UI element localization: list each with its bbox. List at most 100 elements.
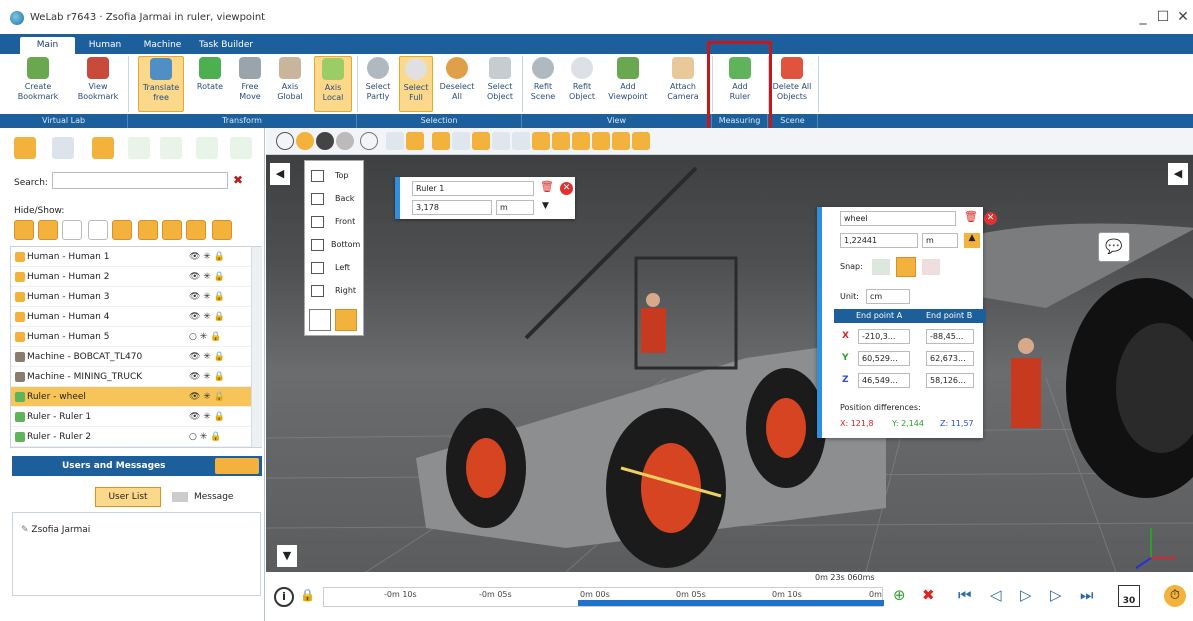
refit-object-button[interactable]: Refit Object [564,56,600,102]
close-wheel-icon[interactable]: ✕ [984,212,997,225]
axis-sphere-icon[interactable] [360,132,378,150]
tree-row[interactable]: Human - Human 1 👁 ✳ 🔒 [11,247,251,267]
view-left-item[interactable]: Left [305,257,363,279]
play-icon[interactable]: ▷ [1020,586,1032,604]
snap-surface-icon[interactable] [896,257,916,277]
tree-row[interactable]: Human - Human 5 ○ ✳ 🔒 [11,327,251,347]
refit-scene-button[interactable]: Refit Scene [526,56,560,102]
pick-icon[interactable] [386,132,404,150]
human-mesh-icon[interactable] [472,132,490,150]
view-bookmark-button[interactable]: View Bookmark [76,56,120,102]
endpoint-b-x-field[interactable]: -88,45... [926,329,974,344]
frame-rate-icon[interactable]: 30 [1118,585,1140,607]
wireframe-sphere-icon[interactable] [276,132,294,150]
clock-icon[interactable]: ⏱ [1164,585,1186,607]
endpoint-a-y-field[interactable]: 60,529... [858,351,910,366]
collapse-icon[interactable] [230,137,252,159]
tab-task-builder[interactable]: Task Builder [195,37,257,54]
timeline-track[interactable]: -0m 10s -0m 05s 0m 00s 0m 05s 0m 10s 0m [323,587,884,607]
visibility-icon[interactable]: 👁 ✳ 🔒 [189,387,225,407]
view-back-item[interactable]: Back [305,188,363,210]
visibility-icon[interactable]: 👁 ✳ 🔒 [189,367,225,387]
axis-local-button[interactable]: Axis Local [314,56,352,112]
select-full-button[interactable]: Select Full [399,56,433,112]
perspective-cube-icon[interactable] [309,309,331,331]
add-keyframe-icon[interactable]: ⊕ [893,586,906,604]
close-ruler1-icon[interactable]: ✕ [560,182,573,195]
endpoint-a-z-field[interactable]: 46,549... [858,373,910,388]
coord-unit-select[interactable]: cm [866,289,910,304]
visibility-icon[interactable]: 👁 ✳ 🔒 [189,347,225,367]
view-right-item[interactable]: Right [305,280,363,302]
send-message-icon[interactable] [215,458,259,474]
tree-row[interactable]: Machine - MINING_TRUCK 👁 ✳ 🔒 [11,367,251,387]
ruler1-unit-select[interactable]: m [496,200,534,215]
tree-row[interactable]: Ruler - wheel 👁 ✳ 🔒 [11,387,251,407]
body-part-icon[interactable] [592,132,610,150]
message-box-button[interactable]: Message Box [172,487,252,522]
timeline-range[interactable] [578,600,884,606]
trash-icon[interactable]: 🗑 [964,210,978,223]
maximize-button[interactable]: ☐ [1154,8,1172,26]
clear-search-icon[interactable]: ✖ [233,173,243,187]
tree-row[interactable]: Human - Human 2 👁 ✳ 🔒 [11,267,251,287]
toggle-paths-button[interactable] [186,220,206,240]
list-view-icon[interactable] [52,137,74,159]
endpoint-b-z-field[interactable]: 58,126... [926,373,974,388]
list-item[interactable]: ✎ Zsofia Jarmai [21,525,90,535]
wheel-length-field[interactable]: 1,22441 [840,233,918,248]
select-partly-button[interactable]: Select Partly [360,56,396,102]
visibility-icon[interactable]: 👁 ✳ 🔒 [189,407,225,427]
body-part-icon[interactable] [532,132,550,150]
toggle-viewpoints-button[interactable] [138,220,158,240]
wheel-unit-select[interactable]: m [922,233,958,248]
visibility-icon[interactable]: 👁 ✳ 🔒 [189,287,225,307]
delete-all-objects-button[interactable]: Delete All Objects [771,56,813,102]
tree-view-icon[interactable] [14,137,36,159]
shaded-sphere-icon[interactable] [316,132,334,150]
step-back-icon[interactable]: ◁ [990,586,1002,604]
visibility-icon[interactable]: 👁 ✳ 🔒 [189,267,225,287]
filter-icon[interactable] [92,137,114,159]
trash-icon[interactable]: 🗑 [540,180,554,193]
tree-row[interactable]: Ruler - Ruler 2 ○ ✳ 🔒 [11,427,251,447]
pick-full-icon[interactable] [406,132,424,150]
tab-machine[interactable]: Machine [135,37,190,54]
go-end-icon[interactable]: ⏭ [1080,586,1094,604]
view-top-item[interactable]: Top [305,165,363,187]
translate-free-button[interactable]: Translate free [138,56,184,112]
body-part-icon[interactable] [552,132,570,150]
expand-icon[interactable]: ▼ [542,201,549,211]
add-viewpoint-button[interactable]: Add Viewpoint [605,56,651,102]
expand-icon[interactable] [196,137,218,159]
human-view-icon[interactable] [432,132,450,150]
body-part-icon[interactable] [632,132,650,150]
sort-az-icon[interactable] [128,137,150,159]
chat-icon[interactable]: 💬 [1098,232,1130,262]
minimize-button[interactable]: _ [1134,8,1152,26]
visibility-icon[interactable]: 👁 ✳ 🔒 [189,307,225,327]
sort-za-icon[interactable] [160,137,182,159]
tree-row[interactable]: Human - Human 4 👁 ✳ 🔒 [11,307,251,327]
tab-main[interactable]: Main [20,37,75,54]
toggle-objects-button[interactable] [212,220,232,240]
tree-row[interactable]: Machine - BOBCAT_TL470 👁 ✳ 🔒 [11,347,251,367]
tab-human[interactable]: Human [80,37,130,54]
visibility-icon[interactable]: ○ ✳ 🔒 [189,327,221,347]
toggle-tools-button[interactable] [38,220,58,240]
collapse-icon[interactable]: ▲ [964,233,980,248]
flat-sphere-icon[interactable] [336,132,354,150]
select-object-button[interactable]: Select Object [481,56,519,102]
attach-camera-button[interactable]: Attach Camera [663,56,703,102]
body-part-icon[interactable] [612,132,630,150]
solid-sphere-icon[interactable] [296,132,314,150]
collapse-right-panel-button[interactable]: ◀ [1168,163,1188,185]
head-icon[interactable] [492,132,510,150]
info-icon[interactable]: i [274,587,294,607]
endpoint-b-y-field[interactable]: 62,673... [926,351,974,366]
toggle-motion-button[interactable] [162,220,182,240]
rotate-button[interactable]: Rotate [192,56,228,92]
delete-keyframe-icon[interactable]: ✖ [922,586,935,604]
endpoint-a-x-field[interactable]: -210,3... [858,329,910,344]
tree-scrollbar[interactable] [251,247,262,447]
